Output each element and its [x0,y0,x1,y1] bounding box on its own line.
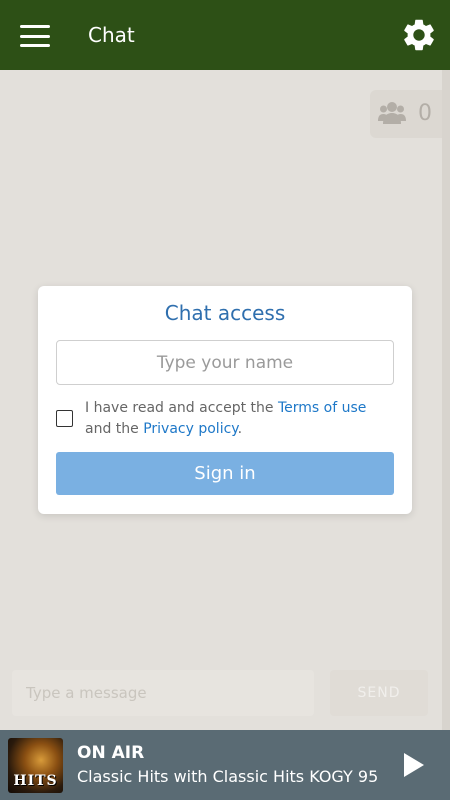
send-button[interactable]: SEND [330,670,428,716]
gear-icon[interactable] [400,16,438,54]
terms-of-use-link[interactable]: Terms of use [278,400,366,416]
page-title: Chat [88,23,135,47]
message-composer: SEND [0,660,450,730]
name-input[interactable] [56,340,394,385]
sign-in-button[interactable]: Sign in [56,452,394,495]
terms-prefix-text: I have read and accept the [85,400,278,416]
artwork-label: HITS [13,773,58,789]
privacy-policy-link[interactable]: Privacy policy [143,421,237,437]
radio-player-bar: HITS ON AIR Classic Hits with Classic Hi… [0,730,450,800]
online-users-badge[interactable]: 0 [370,90,442,138]
terms-suffix-text: . [237,421,243,437]
now-playing-text: Classic Hits with Classic Hits KOGY 95 [77,767,379,786]
scrollbar-track[interactable] [442,70,450,730]
play-icon[interactable] [402,752,426,778]
online-users-count: 0 [418,101,432,126]
accept-terms-checkbox[interactable] [56,410,73,427]
terms-middle-text: and the [85,421,144,437]
on-air-label: ON AIR [77,743,145,763]
chat-access-dialog: Chat access I have read and accept the T… [38,286,412,514]
app-bar: Chat [0,0,450,70]
dialog-title: Chat access [164,301,286,325]
hamburger-menu-icon[interactable] [20,25,50,47]
terms-label: I have read and accept the Terms of use … [85,398,395,440]
users-group-icon [378,102,406,124]
message-input[interactable] [12,670,314,716]
station-artwork: HITS [8,738,63,793]
